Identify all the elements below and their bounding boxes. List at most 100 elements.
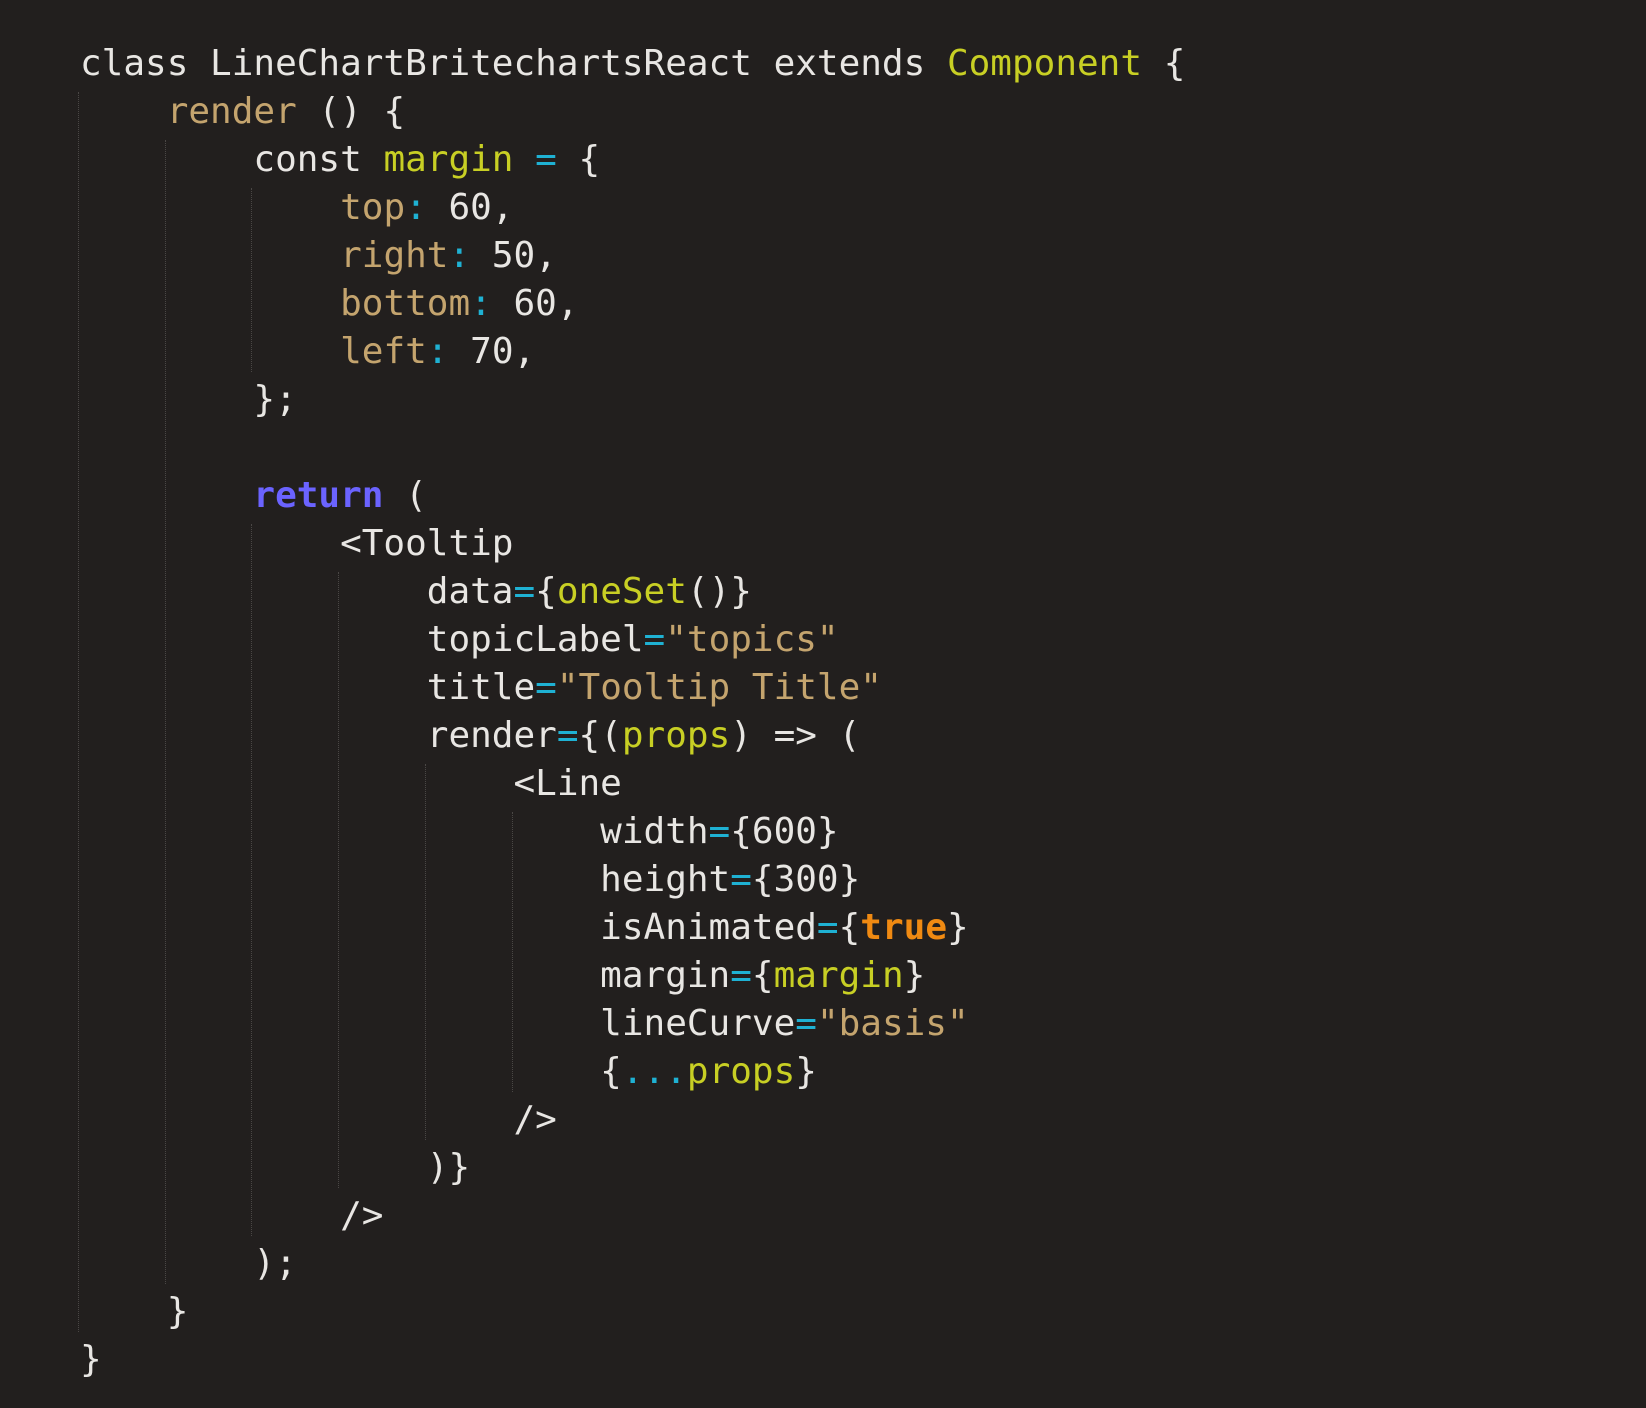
code-line[interactable]: data={oneSet()} xyxy=(80,568,1185,616)
code-line[interactable]: top: 60, xyxy=(80,184,1185,232)
code-token: = xyxy=(730,859,752,900)
code-block[interactable]: class LineChartBritechartsReact extends … xyxy=(80,40,1185,1384)
code-token: /> xyxy=(80,1195,384,1236)
code-line[interactable]: title="Tooltip Title" xyxy=(80,664,1185,712)
code-line[interactable]: } xyxy=(80,1336,1185,1384)
code-token: { xyxy=(838,907,861,948)
code-token: /> xyxy=(80,1099,557,1140)
code-token: render xyxy=(166,91,297,132)
code-token: = xyxy=(730,955,752,996)
code-token: 60, xyxy=(491,283,579,324)
code-line[interactable]: )} xyxy=(80,1144,1185,1192)
code-line[interactable]: left: 70, xyxy=(80,328,1185,376)
code-token: )} xyxy=(80,1147,471,1188)
code-line[interactable] xyxy=(80,424,1185,472)
code-token: {300} xyxy=(751,859,861,900)
code-token: <Tooltip xyxy=(80,523,514,564)
code-editor[interactable]: class LineChartBritechartsReact extends … xyxy=(0,0,1646,1408)
code-token: margin xyxy=(773,955,904,996)
code-token: }; xyxy=(80,379,297,420)
code-line[interactable]: bottom: 60, xyxy=(80,280,1185,328)
code-token: data xyxy=(80,571,514,612)
code-token: 70, xyxy=(448,331,536,372)
code-token: "Tooltip Title" xyxy=(556,667,882,708)
code-token: render xyxy=(80,715,557,756)
code-token: class LineChartBritechartsReact extends xyxy=(80,43,947,84)
code-token: { xyxy=(1142,43,1186,84)
code-token: } xyxy=(795,1051,817,1092)
code-token: props xyxy=(686,1051,796,1092)
code-token: } xyxy=(80,1339,102,1380)
code-token: topicLabel xyxy=(80,619,644,660)
code-token: 60, xyxy=(426,187,514,228)
code-token: ( xyxy=(383,475,427,516)
code-token: 50, xyxy=(470,235,557,276)
code-line[interactable]: class LineChartBritechartsReact extends … xyxy=(80,40,1185,88)
code-token: = xyxy=(535,667,557,708)
code-token: } xyxy=(80,1291,189,1332)
code-line[interactable]: render={(props) => ( xyxy=(80,712,1185,760)
code-line[interactable]: width={600} xyxy=(80,808,1185,856)
code-token: "basis" xyxy=(816,1003,969,1044)
code-token: bottom xyxy=(340,283,471,324)
code-line[interactable]: margin={margin} xyxy=(80,952,1185,1000)
code-token: = xyxy=(513,571,536,612)
code-token: right xyxy=(340,235,449,276)
code-line[interactable]: isAnimated={true} xyxy=(80,904,1185,952)
code-line[interactable]: height={300} xyxy=(80,856,1185,904)
code-token: ) => ( xyxy=(730,715,861,756)
code-line[interactable]: lineCurve="basis" xyxy=(80,1000,1185,1048)
code-token: margin xyxy=(80,955,731,996)
code-token: "topics" xyxy=(665,619,839,660)
code-token: = xyxy=(795,1003,817,1044)
code-line[interactable]: /> xyxy=(80,1192,1185,1240)
code-token: = xyxy=(556,715,579,756)
code-token: margin xyxy=(383,139,514,180)
code-token: left xyxy=(340,331,427,372)
code-line[interactable]: render () { xyxy=(80,88,1185,136)
code-token: : xyxy=(426,331,449,372)
code-line[interactable]: }; xyxy=(80,376,1185,424)
code-line[interactable]: topicLabel="topics" xyxy=(80,616,1185,664)
code-token: { xyxy=(80,1051,622,1092)
code-line[interactable]: ); xyxy=(80,1240,1185,1288)
code-token: : xyxy=(405,187,427,228)
code-line[interactable]: return ( xyxy=(80,472,1185,520)
code-line[interactable]: } xyxy=(80,1288,1185,1336)
code-line[interactable]: <Tooltip xyxy=(80,520,1185,568)
code-token: ... xyxy=(621,1051,687,1092)
code-token: { xyxy=(556,139,601,180)
code-token: props xyxy=(621,715,731,756)
code-token: true xyxy=(860,907,947,948)
code-token: = xyxy=(643,619,666,660)
code-token: { xyxy=(535,571,557,612)
code-token: oneSet xyxy=(556,571,687,612)
code-token: {600} xyxy=(730,811,839,852)
code-token: Component xyxy=(946,43,1143,84)
code-token: : xyxy=(470,283,492,324)
code-token: width xyxy=(80,811,709,852)
code-token: = xyxy=(708,811,731,852)
code-line[interactable]: const margin = { xyxy=(80,136,1185,184)
code-line[interactable]: /> xyxy=(80,1096,1185,1144)
code-line[interactable]: {...props} xyxy=(80,1048,1185,1096)
code-token: const xyxy=(80,139,384,180)
code-token: title xyxy=(80,667,536,708)
code-line[interactable]: right: 50, xyxy=(80,232,1185,280)
code-token: ()} xyxy=(686,571,752,612)
code-token: ); xyxy=(80,1243,297,1284)
code-token: lineCurve xyxy=(80,1003,796,1044)
code-token: isAnimated xyxy=(80,907,817,948)
code-line[interactable]: <Line xyxy=(80,760,1185,808)
code-token: return xyxy=(253,475,384,516)
code-token: } xyxy=(947,907,969,948)
code-token: height xyxy=(80,859,731,900)
code-token: = xyxy=(535,139,557,180)
